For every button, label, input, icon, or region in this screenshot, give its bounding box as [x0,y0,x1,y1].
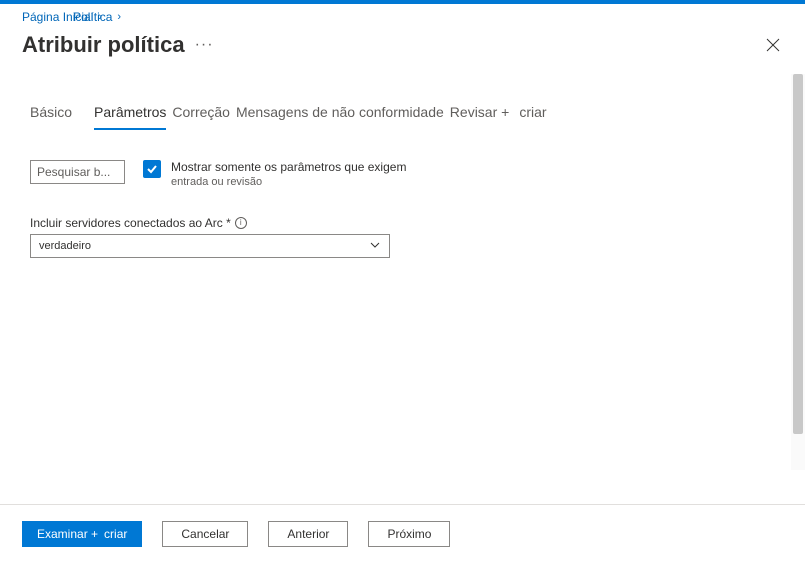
arc-servers-label-text: Incluir servidores conectados ao Arc * [30,216,231,230]
close-button[interactable] [763,35,783,55]
content-scroll-region: Básico Parâmetros Correção Mensagens de … [0,74,805,470]
arc-servers-value: verdadeiro [39,240,91,252]
tab-parameters[interactable]: Parâmetros [94,104,166,130]
review-create-button[interactable]: Examinar + criar [22,521,142,547]
next-button[interactable]: Próximo [368,521,450,547]
tab-bar: Básico Parâmetros Correção Mensagens de … [30,104,765,130]
previous-button[interactable]: Anterior [268,521,348,547]
cancel-button[interactable]: Cancelar [162,521,248,547]
more-icon[interactable]: ··· [195,36,214,54]
required-only-sublabel: entrada ou revisão [171,176,406,188]
controls-row: Pesquisar b... Mostrar somente os parâme… [30,160,765,188]
required-only-checkbox[interactable] [143,160,161,178]
chevron-right-icon: › [117,11,121,23]
tab-remediation[interactable]: Correção [172,104,230,128]
tab-review-create-suffix: criar [519,104,546,128]
close-icon [766,38,780,52]
required-only-label: Mostrar somente os parâmetros que exigem [171,160,406,174]
required-only-toggle: Mostrar somente os parâmetros que exigem… [143,160,406,188]
review-create-button-label: Examinar + [37,527,98,541]
tab-review[interactable]: Revisar + [450,104,510,128]
scrollbar-thumb[interactable] [793,74,803,434]
required-only-label-group: Mostrar somente os parâmetros que exigem… [171,160,406,188]
content: Básico Parâmetros Correção Mensagens de … [0,74,805,258]
scrollbar[interactable] [791,74,805,470]
check-icon [146,163,158,175]
page-title: Atribuir política [22,32,185,58]
breadcrumb-policy[interactable]: Política [73,10,112,24]
page-header: Atribuir política ··· [0,24,805,74]
chevron-down-icon [369,239,381,254]
tab-basic[interactable]: Básico [30,104,72,128]
arc-servers-select[interactable]: verdadeiro [30,234,390,258]
search-input[interactable]: Pesquisar b... [30,160,125,184]
arc-servers-label: Incluir servidores conectados ao Arc * i [30,216,765,230]
tab-noncompliance[interactable]: Mensagens de não conformidade [236,104,444,128]
review-create-button-suffix: criar [104,527,127,541]
breadcrumb: Página Inicial › Política › [0,4,805,24]
info-icon[interactable]: i [235,217,247,229]
footer: Examinar + criar Cancelar Anterior Próxi… [0,504,805,562]
